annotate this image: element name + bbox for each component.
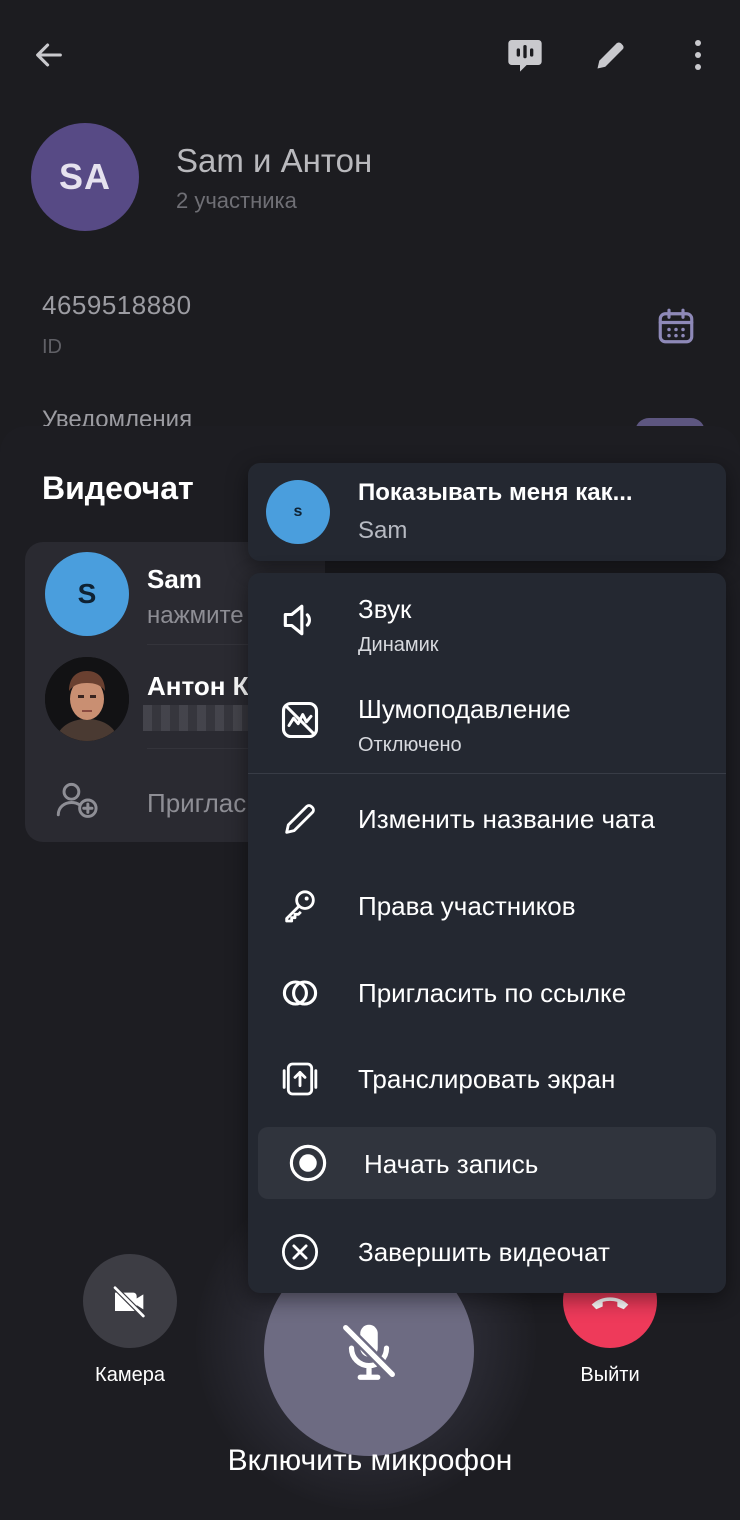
chat-id-value[interactable]: 4659518880: [42, 290, 192, 321]
menu-item-edit-title[interactable]: Изменить название чата: [248, 776, 726, 862]
back-button[interactable]: [24, 30, 74, 80]
group-title: Sam и Антон: [176, 142, 373, 179]
menu-item-noise-suppression[interactable]: Шумоподавление Отключено: [248, 678, 726, 764]
participant-status-blurred: [143, 705, 253, 731]
show-me-as-value: Sam: [358, 517, 408, 544]
leave-label: Выйти: [580, 1364, 640, 1386]
participant-status: нажмите: [147, 602, 244, 629]
speaker-icon: [278, 598, 322, 642]
pencil-icon: [278, 797, 322, 841]
voice-chat-icon: [508, 40, 542, 72]
pencil-icon: [597, 42, 624, 69]
sheet-title: Видеочат: [42, 470, 194, 506]
notifications-label: Уведомления: [42, 406, 193, 428]
menu-item-label: Начать запись: [364, 1149, 539, 1179]
key-icon: [278, 884, 322, 928]
microphone-label: Включить микрофон: [227, 1444, 513, 1477]
menu-item-label: Завершить видеочат: [358, 1237, 610, 1267]
menu-item-label: Изменить название чата: [358, 804, 656, 834]
identity-avatar: s: [266, 480, 330, 544]
participant-name: Антон К: [147, 671, 249, 701]
top-bar: [0, 0, 740, 110]
noise-suppression-icon: [278, 698, 322, 742]
show-me-as-label: Показывать меня как...: [358, 479, 633, 506]
menu-item-label: Права участников: [358, 891, 576, 921]
record-icon: [286, 1141, 330, 1185]
invite-label: Приглас: [147, 788, 247, 818]
link-icon: [278, 971, 322, 1015]
camera-label: Камера: [95, 1364, 165, 1386]
voice-chat-button[interactable]: [500, 30, 550, 80]
menu-item-sound[interactable]: Звук Динамик: [248, 578, 726, 664]
menu-item-label: Транслировать экран: [358, 1064, 616, 1094]
menu-item-label: Шумоподавление: [358, 694, 571, 724]
menu-item-end-video-chat[interactable]: Завершить видеочат: [248, 1209, 726, 1295]
calendar-button[interactable]: [650, 303, 702, 349]
more-vertical-icon: [695, 40, 701, 70]
video-chat-options-menu: Звук Динамик Шумоподавление Отключено Из…: [248, 573, 726, 1293]
camera-off-icon: [112, 1285, 146, 1319]
close-circle-icon: [278, 1230, 322, 1274]
chat-id-label: ID: [42, 336, 62, 358]
arrow-back-icon: [36, 43, 62, 67]
menu-item-value: Динамик: [358, 634, 439, 656]
share-screen-icon: [278, 1057, 322, 1101]
menu-divider: [248, 773, 726, 774]
participant-photo-avatar: [45, 657, 129, 741]
menu-item-invite-link[interactable]: Пригласить по ссылке: [248, 950, 726, 1036]
participant-avatar: S: [45, 552, 129, 636]
menu-item-label: Пригласить по ссылке: [358, 978, 627, 1008]
menu-item-value: Отключено: [358, 734, 462, 756]
edit-button[interactable]: [586, 30, 636, 80]
show-me-as-menu[interactable]: s Показывать меня как... Sam: [248, 463, 726, 561]
add-user-icon: [56, 782, 98, 818]
menu-item-share-screen[interactable]: Транслировать экран: [248, 1036, 726, 1122]
participant-name: Sam: [147, 564, 202, 594]
calendar-icon: [658, 308, 694, 344]
person-photo-icon: [45, 657, 129, 741]
microphone-off-icon: [340, 1322, 398, 1380]
member-count: 2 участника: [176, 188, 297, 213]
camera-button[interactable]: [83, 1254, 177, 1348]
menu-item-permissions[interactable]: Права участников: [248, 863, 726, 949]
group-avatar[interactable]: SA: [31, 123, 139, 231]
more-options-button[interactable]: [676, 30, 720, 80]
menu-item-label: Звук: [358, 594, 412, 624]
menu-item-start-recording[interactable]: Начать запись: [248, 1127, 726, 1213]
